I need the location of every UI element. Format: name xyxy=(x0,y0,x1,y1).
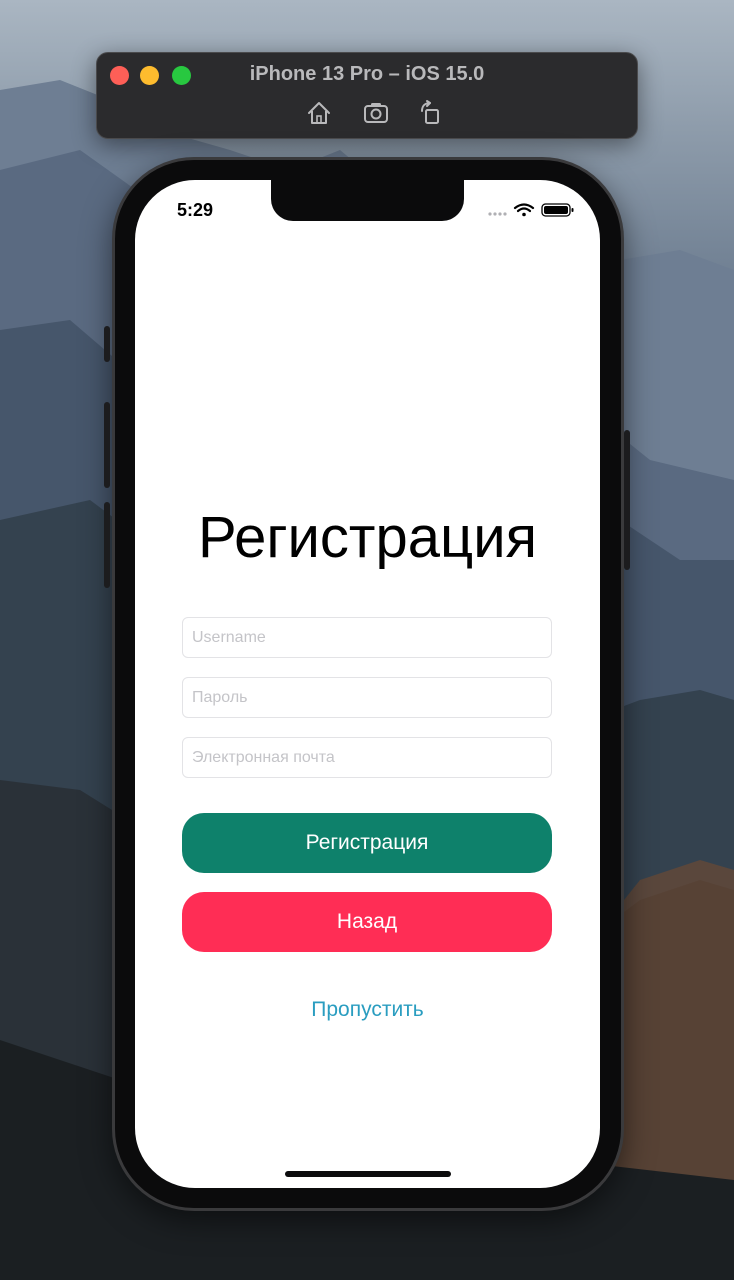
phone-screen: 5:29 Регистрация Регистрация Назад Пропу… xyxy=(135,180,600,1188)
status-time: 5:29 xyxy=(177,200,214,220)
wifi-icon xyxy=(513,203,535,217)
volume-down-button xyxy=(104,502,110,588)
battery-icon xyxy=(541,203,574,217)
skip-link[interactable]: Пропустить xyxy=(135,998,600,1022)
signal-dots-icon xyxy=(488,212,507,216)
email-field[interactable] xyxy=(182,737,552,778)
username-field[interactable] xyxy=(182,617,552,658)
home-icon[interactable] xyxy=(305,99,333,127)
home-indicator[interactable] xyxy=(285,1171,451,1177)
page-title: Регистрация xyxy=(197,505,538,570)
back-button[interactable]: Назад xyxy=(182,892,552,952)
status-icons xyxy=(488,203,574,217)
mute-switch xyxy=(104,326,110,362)
simulator-title-bar: iPhone 13 Pro – iOS 15.0 xyxy=(96,52,638,139)
simulator-toolbar xyxy=(97,99,637,127)
notch xyxy=(271,180,464,221)
simulator-title: iPhone 13 Pro – iOS 15.0 xyxy=(249,63,485,85)
volume-up-button xyxy=(104,402,110,488)
password-field[interactable] xyxy=(182,677,552,718)
register-button[interactable]: Регистрация xyxy=(182,813,552,873)
power-button xyxy=(624,430,630,570)
screenshot-icon[interactable] xyxy=(362,99,390,127)
rotate-icon[interactable] xyxy=(416,99,444,127)
